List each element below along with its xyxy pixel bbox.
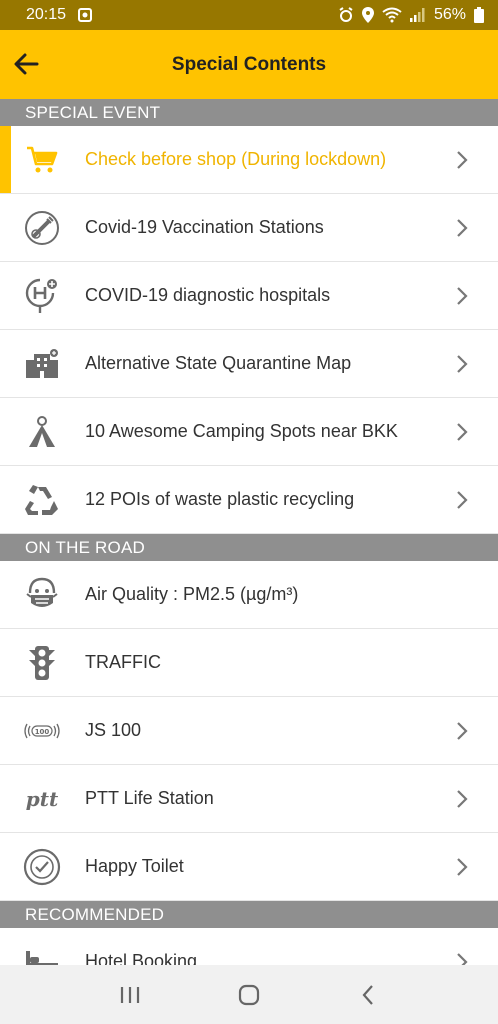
chevron-left-icon <box>362 984 374 1005</box>
traffic-light-icon <box>22 643 62 683</box>
list-item-label: Happy Toilet <box>85 856 184 876</box>
chevron-right-icon <box>454 950 470 965</box>
signal-icon <box>409 8 425 22</box>
content-list[interactable]: SPECIAL EVENT Check before shop (During … <box>0 99 498 965</box>
location-icon <box>361 7 374 23</box>
list-item-diagnostic-hospitals[interactable]: COVID-19 diagnostic hospitals <box>0 262 498 330</box>
bed-icon <box>22 942 62 965</box>
chevron-right-icon <box>454 719 470 743</box>
list-item-label: 12 POIs of waste plastic recycling <box>85 489 355 509</box>
hospital-pin-icon <box>22 276 62 316</box>
gallery-notification-icon <box>78 8 93 22</box>
page-title: Special Contents <box>171 53 327 75</box>
chevron-right-icon <box>454 284 470 308</box>
system-navigation-bar <box>0 965 498 1024</box>
battery-percent: 56% <box>433 6 466 23</box>
chevron-right-icon <box>454 420 470 444</box>
list-item-air-quality[interactable]: Air Quality : PM2.5 (µg/m³) <box>0 561 498 629</box>
list-item-vaccination-stations[interactable]: Covid-19 Vaccination Stations <box>0 194 498 262</box>
list-item-label: Alternative State Quarantine Map <box>85 353 352 373</box>
list-item-js100[interactable]: 100 JS 100 <box>0 697 498 765</box>
ptt-logo-icon: ptt <box>25 786 59 811</box>
home-button[interactable] <box>229 975 269 1015</box>
list-item-camping-spots[interactable]: 10 Awesome Camping Spots near BKK <box>0 398 498 466</box>
recent-apps-button[interactable] <box>110 975 150 1015</box>
shopping-cart-icon <box>22 140 62 180</box>
status-bar: 20:15 56% <box>0 0 498 30</box>
js100-radio-icon: 100 <box>22 711 62 751</box>
alarm-icon <box>339 7 353 22</box>
section-header-recommended: RECOMMENDED <box>0 901 498 928</box>
home-icon <box>238 984 260 1005</box>
chevron-right-icon <box>454 855 470 879</box>
list-item-label: Check before shop (During lockdown) <box>85 149 387 169</box>
back-nav-button[interactable] <box>348 975 388 1015</box>
arrow-left-icon <box>14 53 39 75</box>
app-bar: Special Contents <box>0 30 498 99</box>
list-item-plastic-recycling[interactable]: 12 POIs of waste plastic recycling <box>0 466 498 534</box>
chevron-right-icon <box>454 216 470 240</box>
list-item-check-before-shop[interactable]: Check before shop (During lockdown) <box>0 126 498 194</box>
face-mask-icon <box>22 575 62 615</box>
chevron-right-icon <box>454 787 470 811</box>
list-item-label: PTT Life Station <box>85 788 214 808</box>
recycle-icon <box>22 480 62 520</box>
section-header-special-event: SPECIAL EVENT <box>0 99 498 126</box>
svg-text:100: 100 <box>35 728 50 736</box>
recent-apps-icon <box>120 986 139 1003</box>
section-header-on-the-road: ON THE ROAD <box>0 534 498 561</box>
building-icon <box>22 344 62 384</box>
status-time: 20:15 <box>26 6 67 23</box>
list-item-traffic[interactable]: TRAFFIC <box>0 629 498 697</box>
list-item-label: Air Quality : PM2.5 (µg/m³) <box>85 584 299 604</box>
list-item-label: COVID-19 diagnostic hospitals <box>85 285 331 305</box>
tent-icon <box>22 412 62 452</box>
list-item-hotel-booking[interactable]: Hotel Booking <box>0 928 498 965</box>
wifi-icon <box>382 7 402 23</box>
list-item-ptt-life-station[interactable]: ptt PTT Life Station <box>0 765 498 833</box>
list-item-label: Covid-19 Vaccination Stations <box>85 217 324 237</box>
list-item-quarantine-map[interactable]: Alternative State Quarantine Map <box>0 330 498 398</box>
list-item-label: 10 Awesome Camping Spots near BKK <box>85 421 398 441</box>
vaccine-icon <box>22 208 62 248</box>
chevron-right-icon <box>454 148 470 172</box>
list-item-happy-toilet[interactable]: Happy Toilet <box>0 833 498 901</box>
chevron-right-icon <box>454 352 470 376</box>
list-item-label: TRAFFIC <box>85 652 161 672</box>
happy-toilet-badge-icon <box>22 847 62 887</box>
list-item-label: JS 100 <box>85 720 142 740</box>
list-item-label: Hotel Booking <box>85 951 198 965</box>
battery-icon <box>474 7 484 23</box>
chevron-right-icon <box>454 488 470 512</box>
back-button[interactable] <box>10 48 42 80</box>
